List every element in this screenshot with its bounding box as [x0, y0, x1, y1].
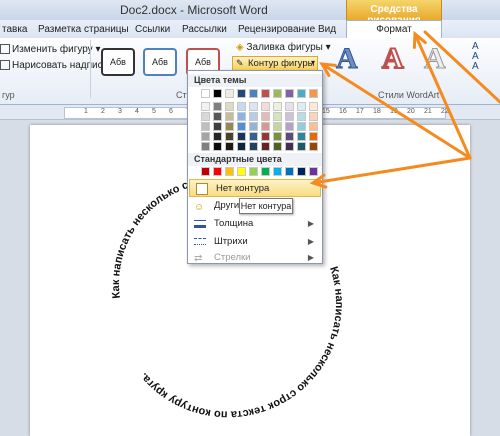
annotation-arrows — [309, 30, 500, 189]
annotation-arrow-line — [423, 30, 500, 104]
annotation-arrow-line — [311, 156, 472, 185]
